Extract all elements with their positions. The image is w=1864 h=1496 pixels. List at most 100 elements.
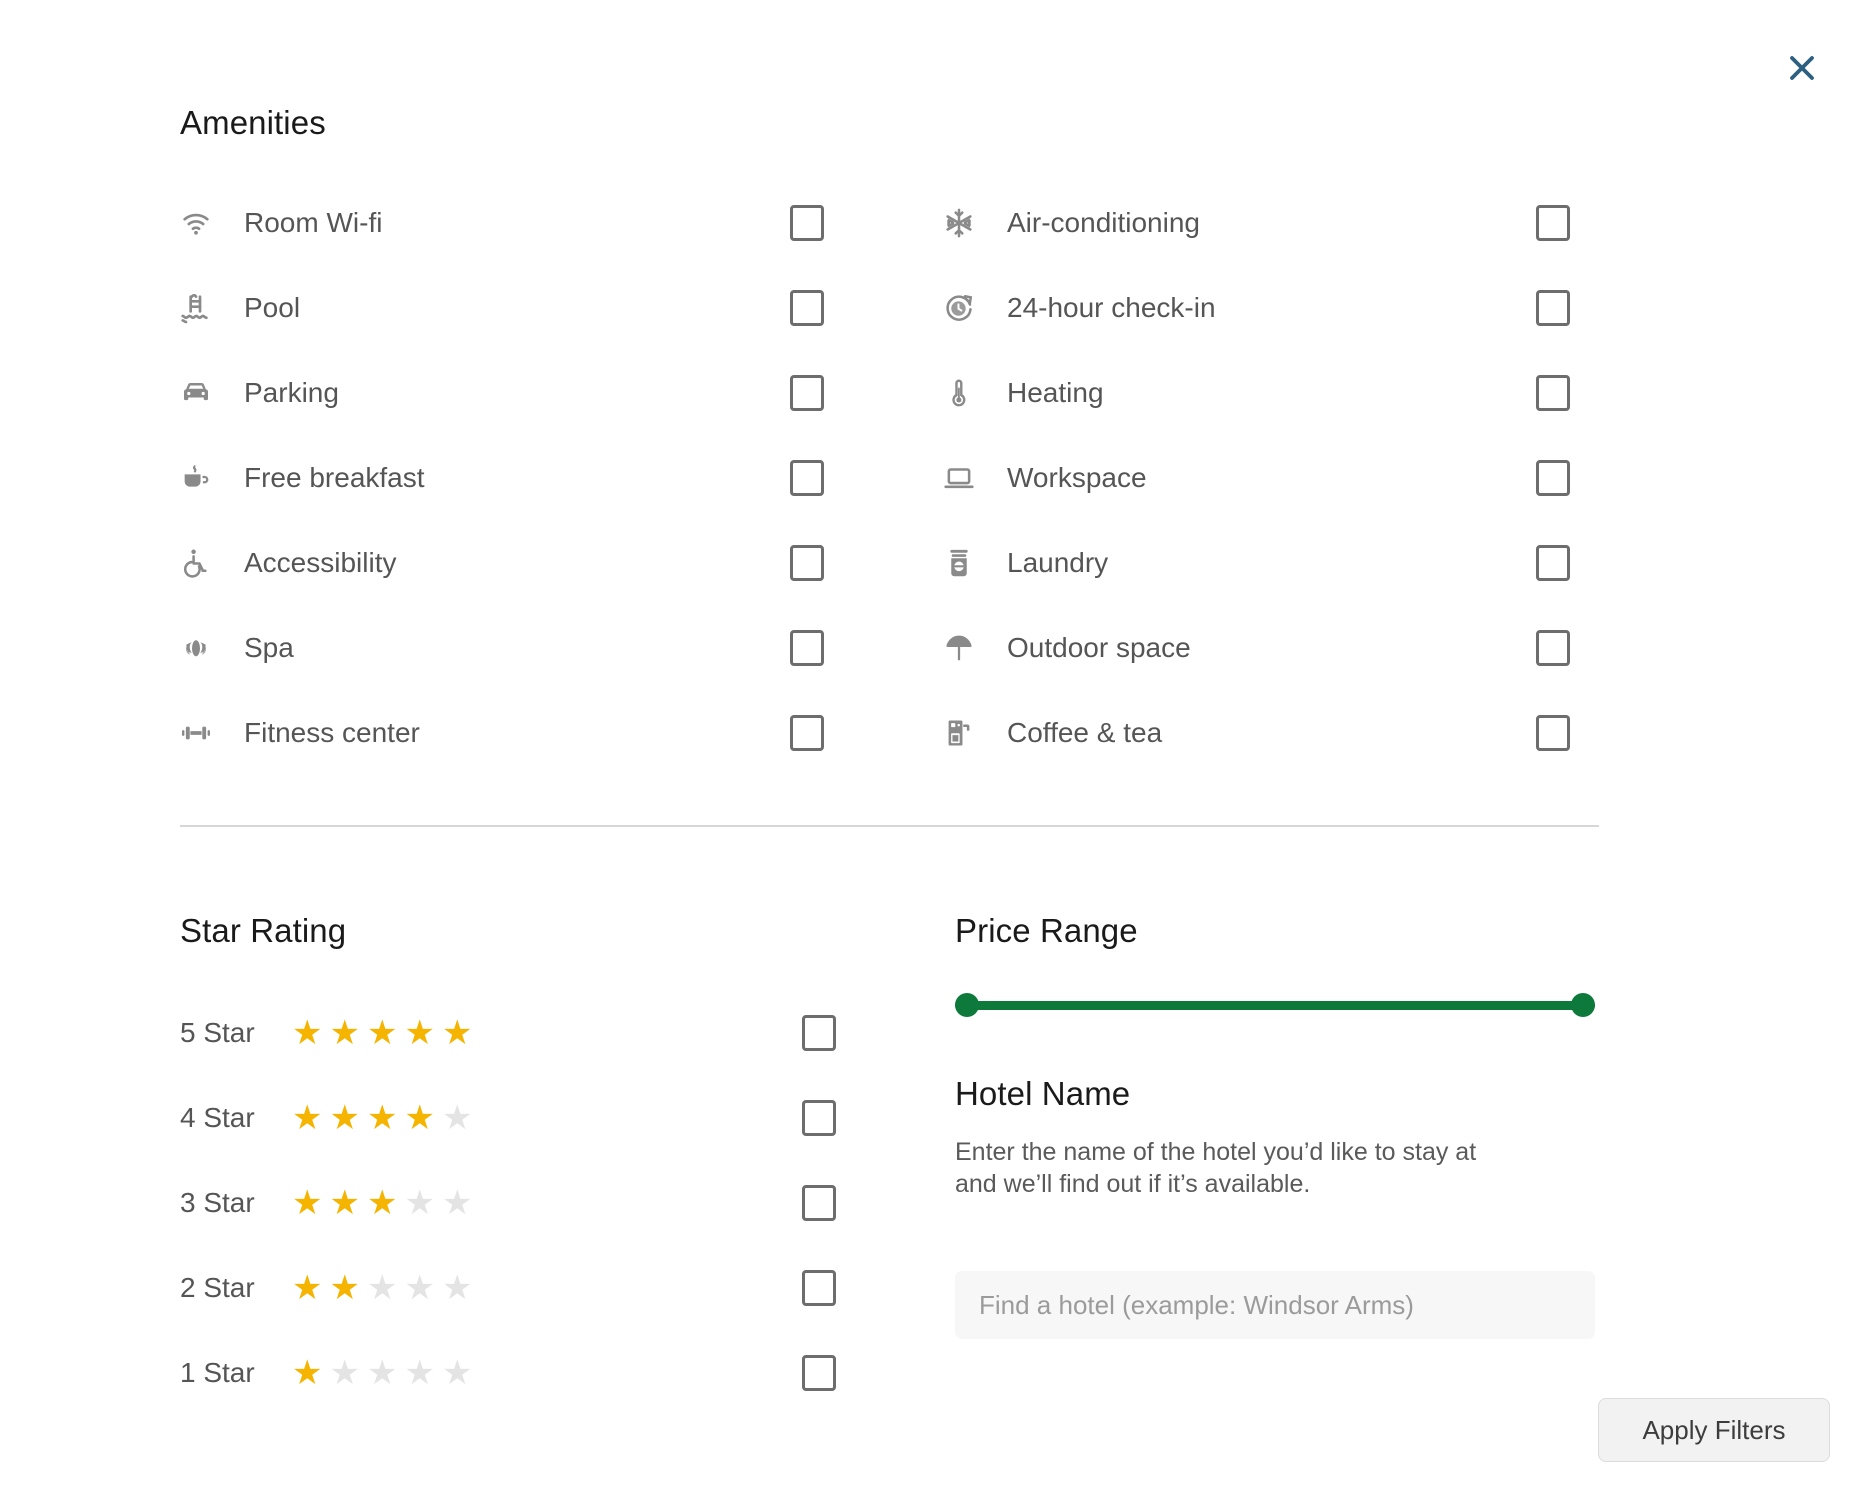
- washer-icon: [943, 547, 989, 579]
- section-divider: [180, 825, 1599, 827]
- amenity-checkbox[interactable]: [1536, 544, 1570, 581]
- amenity-row[interactable]: Accessibility: [180, 520, 943, 605]
- star-filled-icon: ★: [292, 1098, 323, 1137]
- coffee-machine-icon: [943, 717, 989, 749]
- star-filled-icon: ★: [292, 1353, 323, 1392]
- star-filled-icon: ★: [366, 1098, 398, 1137]
- amenity-checkbox[interactable]: [790, 629, 824, 666]
- thermometer-icon: [943, 377, 989, 409]
- filters-dialog: Amenities Room Wi-fi Pool Parking Free brea…: [0, 0, 1864, 1496]
- star-rating-checkbox[interactable]: [802, 1014, 836, 1051]
- close-icon: [1787, 53, 1817, 83]
- laptop-icon: [943, 462, 989, 494]
- star-rating-row[interactable]: 2 Star ★ ★ ★ ★ ★: [180, 1245, 955, 1330]
- star-empty-icon: ★: [441, 1183, 473, 1222]
- star-filled-icon: ★: [292, 1268, 323, 1307]
- star-rating-row[interactable]: 4 Star ★ ★ ★ ★ ★: [180, 1075, 955, 1160]
- wifi-icon: [180, 207, 226, 239]
- star-empty-icon: ★: [404, 1353, 435, 1392]
- star-filled-icon: ★: [329, 1013, 360, 1052]
- price-range-track: [955, 1001, 1595, 1010]
- star-glyph-group: ★ ★ ★ ★ ★: [292, 1356, 802, 1390]
- star-rating-checkbox[interactable]: [802, 1269, 836, 1306]
- snowflake-icon: [943, 207, 989, 239]
- amenity-label: Spa: [244, 631, 294, 663]
- amenity-label: Coffee & tea: [1007, 716, 1163, 748]
- price-range-slider[interactable]: [955, 993, 1595, 1017]
- amenity-checkbox[interactable]: [1536, 714, 1570, 751]
- amenity-checkbox[interactable]: [790, 544, 824, 581]
- star-rating-checkbox[interactable]: [802, 1354, 836, 1391]
- amenities-column-left: Room Wi-fi Pool Parking Free breakfast Acces…: [180, 180, 943, 775]
- amenity-row[interactable]: Heating: [943, 350, 1600, 435]
- amenity-label: Laundry: [1007, 546, 1109, 578]
- price-range-min-handle[interactable]: [955, 993, 979, 1017]
- star-filled-icon: ★: [441, 1013, 473, 1052]
- amenities-section: Amenities Room Wi-fi Pool Parking Free brea…: [180, 104, 1600, 775]
- star-filled-icon: ★: [292, 1013, 323, 1052]
- amenity-row[interactable]: Air-conditioning: [943, 180, 1600, 265]
- amenity-label: Pool: [244, 291, 301, 323]
- star-rating-label: 3 Star: [180, 1186, 255, 1218]
- parasol-icon: [943, 632, 989, 664]
- star-filled-icon: ★: [292, 1183, 323, 1222]
- amenity-row[interactable]: Outdoor space: [943, 605, 1600, 690]
- amenity-label: Accessibility: [244, 546, 397, 578]
- amenity-row[interactable]: Spa: [180, 605, 943, 690]
- apply-filters-button[interactable]: Apply Filters: [1598, 1398, 1830, 1462]
- pool-icon: [180, 292, 226, 324]
- price-range-title: Price Range: [955, 912, 1138, 949]
- amenity-checkbox[interactable]: [790, 204, 824, 241]
- star-filled-icon: ★: [329, 1183, 360, 1222]
- clock-icon: [943, 292, 989, 324]
- amenity-row[interactable]: Coffee & tea: [943, 690, 1600, 775]
- amenities-grid: Room Wi-fi Pool Parking Free breakfast Acces…: [180, 180, 1600, 775]
- star-filled-icon: ★: [329, 1098, 360, 1137]
- amenity-row[interactable]: Free breakfast: [180, 435, 943, 520]
- amenity-row[interactable]: Parking: [180, 350, 943, 435]
- amenity-row[interactable]: Workspace: [943, 435, 1600, 520]
- amenity-row[interactable]: Fitness center: [180, 690, 943, 775]
- amenity-checkbox[interactable]: [790, 289, 824, 326]
- amenity-checkbox[interactable]: [790, 459, 824, 496]
- amenity-checkbox[interactable]: [1536, 204, 1570, 241]
- star-rating-list: 5 Star ★ ★ ★ ★ ★ 4 Star ★ ★ ★ ★ ★ 3 Star ★ ★ ★ ★ ★ 2 Star ★…: [180, 990, 955, 1415]
- star-filled-icon: ★: [366, 1183, 398, 1222]
- amenity-label: 24-hour check-in: [1007, 291, 1216, 323]
- star-rating-label: 4 Star: [180, 1101, 255, 1133]
- price-range-max-handle[interactable]: [1571, 993, 1595, 1017]
- amenity-row[interactable]: 24-hour check-in: [943, 265, 1600, 350]
- star-glyph-group: ★ ★ ★ ★ ★: [292, 1016, 802, 1050]
- lotus-icon: [180, 632, 226, 664]
- amenity-row[interactable]: Room Wi-fi: [180, 180, 943, 265]
- hotel-name-title: Hotel Name: [955, 1075, 1131, 1112]
- star-rating-checkbox[interactable]: [802, 1184, 836, 1221]
- star-glyph-group: ★ ★ ★ ★ ★: [292, 1101, 802, 1135]
- amenity-label: Free breakfast: [244, 461, 425, 493]
- amenity-row[interactable]: Laundry: [943, 520, 1600, 605]
- star-rating-row[interactable]: 3 Star ★ ★ ★ ★ ★: [180, 1160, 955, 1245]
- amenity-label: Room Wi-fi: [244, 206, 383, 238]
- star-empty-icon: ★: [441, 1268, 473, 1307]
- coffee-mug-icon: [180, 462, 226, 494]
- amenity-checkbox[interactable]: [1536, 459, 1570, 496]
- hotel-name-input[interactable]: [955, 1271, 1595, 1339]
- star-rating-row[interactable]: 5 Star ★ ★ ★ ★ ★: [180, 990, 955, 1075]
- amenity-label: Parking: [244, 376, 339, 408]
- close-icon-button[interactable]: [1774, 40, 1830, 96]
- amenity-checkbox[interactable]: [1536, 289, 1570, 326]
- star-rating-section: Star Rating 5 Star ★ ★ ★ ★ ★ 4 Star ★ ★ ★ ★ ★ 3 Star…: [180, 912, 955, 1415]
- amenity-label: Heating: [1007, 376, 1104, 408]
- amenity-checkbox[interactable]: [1536, 629, 1570, 666]
- amenity-checkbox[interactable]: [1536, 374, 1570, 411]
- amenity-checkbox[interactable]: [790, 714, 824, 751]
- star-rating-checkbox[interactable]: [802, 1099, 836, 1136]
- amenity-checkbox[interactable]: [790, 374, 824, 411]
- star-rating-label: 5 Star: [180, 1016, 255, 1048]
- star-filled-icon: ★: [404, 1013, 435, 1052]
- amenity-label: Outdoor space: [1007, 631, 1191, 663]
- star-rating-row[interactable]: 1 Star ★ ★ ★ ★ ★: [180, 1330, 955, 1415]
- amenity-row[interactable]: Pool: [180, 265, 943, 350]
- star-rating-label: 2 Star: [180, 1271, 255, 1303]
- amenities-title: Amenities: [180, 104, 326, 141]
